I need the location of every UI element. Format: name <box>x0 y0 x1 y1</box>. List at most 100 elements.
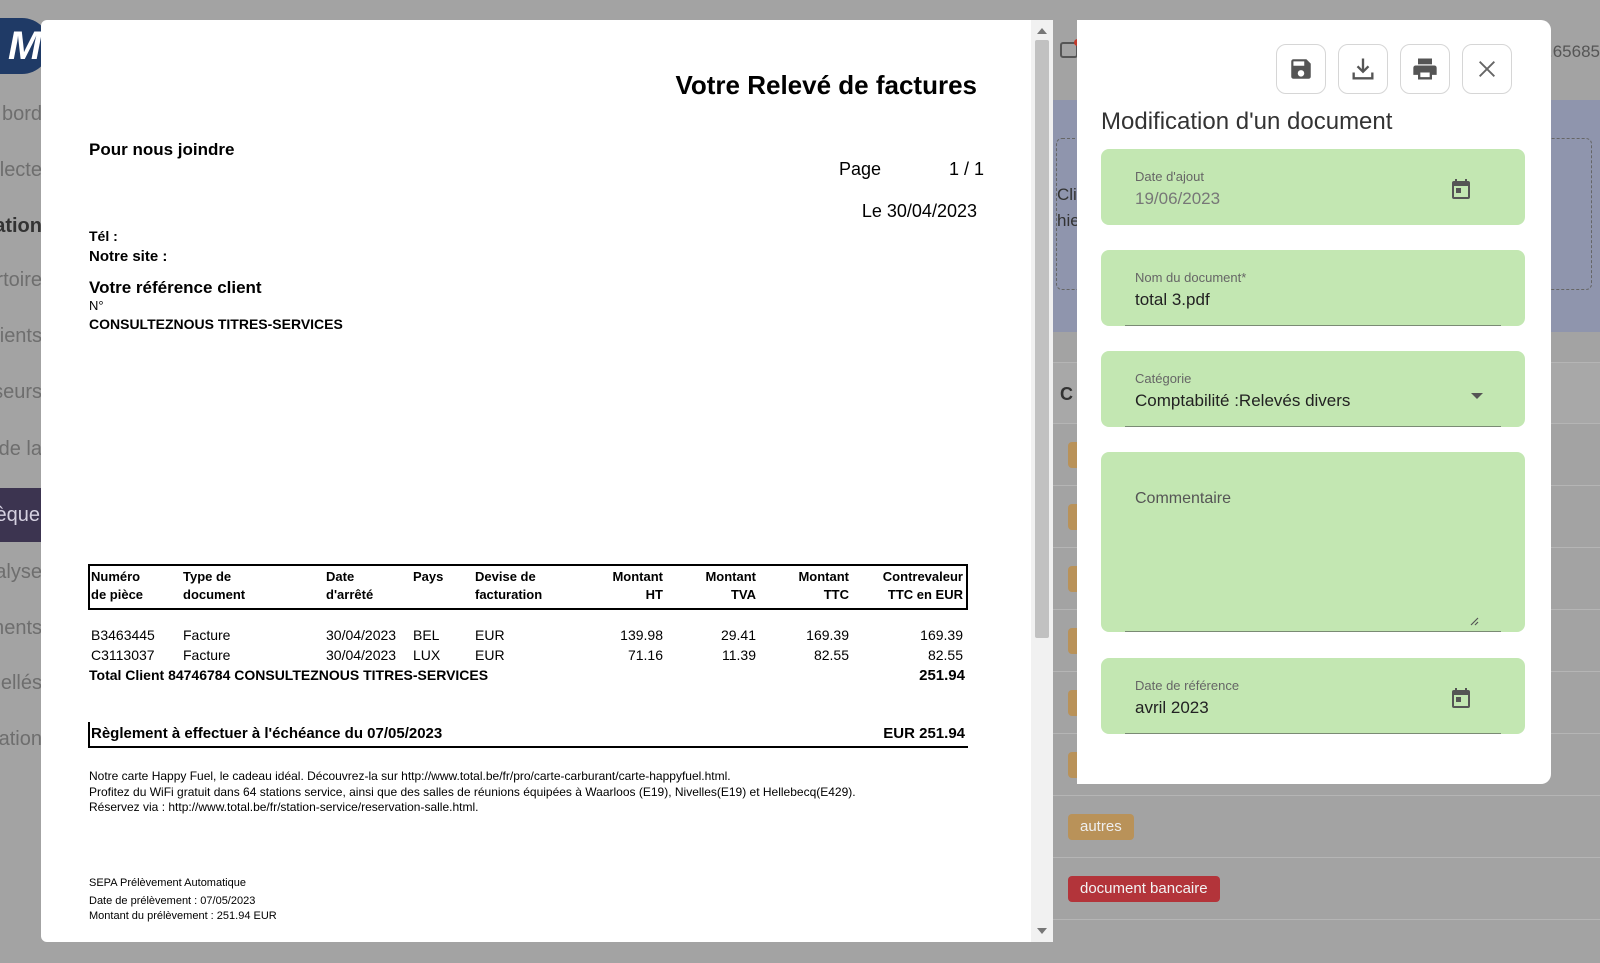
sidebar-item: Produits de la <box>0 438 42 460</box>
pdf-page: Votre Relevé de factures Pour nous joind… <box>41 20 1031 942</box>
scroll-up-arrow-icon[interactable] <box>1037 28 1047 34</box>
background-sidebar: Tableau de bord Collecte Consultation Réper… <box>0 0 42 963</box>
list-item: autres <box>1052 796 1600 858</box>
table-header-cell: Montant TTC <box>798 569 849 602</box>
total-label: Total Client 84746784 CONSULTEZNOUS TITR… <box>89 667 489 683</box>
table-cell: 29.41 <box>720 627 756 643</box>
client-name: CONSULTEZNOUS TITRES-SERVICES <box>89 316 343 332</box>
sidebar-item: Répertoire <box>0 269 42 291</box>
date-ajout-value: 19/06/2023 <box>1135 189 1221 208</box>
client-ref-heading: Votre référence client <box>89 278 262 297</box>
sepa-heading: SEPA Prélèvement Automatique <box>89 877 246 889</box>
doc-title: Votre Relevé de factures <box>675 70 977 100</box>
commentaire-textarea[interactable]: Commentaire <box>1101 452 1525 632</box>
table-cell: Facture <box>183 627 231 643</box>
nom-document-label: Nom du document* <box>1135 270 1247 285</box>
sidebar-item: Libellés <box>0 672 42 694</box>
sepa-date: Date de prélèvement : 07/05/2023 <box>89 895 256 907</box>
nom-document-input[interactable]: total 3.pdf <box>1135 290 1210 310</box>
close-button[interactable] <box>1462 44 1512 94</box>
table-cell: 11.39 <box>722 647 756 663</box>
site-label: Notre site : <box>89 248 168 265</box>
table-header-cell: Contrevaleur TTC en EUR <box>882 569 963 602</box>
download-button[interactable] <box>1338 44 1388 94</box>
date-reference-label: Date de référence <box>1135 678 1240 693</box>
sidebar-item: Bibliothèque <box>0 488 42 542</box>
resize-grip-icon[interactable] <box>1469 616 1479 626</box>
sidebar-item: Activité fournisseurs <box>0 381 42 403</box>
table-cell: 30/04/2023 <box>326 627 397 643</box>
scroll-thumb[interactable] <box>1035 40 1049 638</box>
sidebar-item: Analyse <box>0 561 42 583</box>
table-header-cell: Montant TVA <box>705 569 756 602</box>
table-cell: 30/04/2023 <box>326 647 397 663</box>
table-cell: EUR <box>475 647 505 663</box>
input-underline <box>1125 733 1501 734</box>
total-value: 251.94 <box>919 667 965 684</box>
page-label: Page <box>839 159 882 179</box>
input-underline <box>1125 631 1501 632</box>
page-value: 1 / 1 <box>949 159 985 179</box>
promo-line-3: Réservez via : http://www.total.be/fr/st… <box>89 800 479 814</box>
date-ajout-field: Date d'ajout 19/06/2023 <box>1101 149 1525 225</box>
sidebar-item: Collecte <box>0 159 42 181</box>
table-cell: Facture <box>183 647 231 663</box>
print-button[interactable] <box>1400 44 1450 94</box>
table-header-cell: Date d'arrêté <box>326 569 374 602</box>
edit-document-panel: Modification d'un document Date d'ajout … <box>1077 20 1551 784</box>
calendar-icon[interactable] <box>1449 686 1473 710</box>
table-cell: EUR <box>475 627 505 643</box>
commentaire-placeholder: Commentaire <box>1135 490 1232 507</box>
table-cell: 139.98 <box>620 627 663 643</box>
table-cell: BEL <box>413 627 440 643</box>
print-icon <box>1413 58 1437 80</box>
sidebar-item: Documents <box>0 617 42 639</box>
pdf-scrollbar[interactable] <box>1031 20 1053 942</box>
date-reference-value[interactable]: avril 2023 <box>1135 698 1209 718</box>
sidebar-item: Consultation <box>0 215 42 237</box>
list-item: document bancaire <box>1052 858 1600 920</box>
input-underline <box>1125 426 1501 427</box>
save-button[interactable] <box>1276 44 1326 94</box>
close-icon <box>1479 61 1495 77</box>
category-tag: document bancaire <box>1068 876 1220 902</box>
table-header-cell: Pays <box>413 569 444 584</box>
table-cell: 71.16 <box>627 647 663 663</box>
reglement-label: Règlement à effectuer à l'échéance du 07… <box>91 725 443 742</box>
table-cell: 169.39 <box>920 627 963 643</box>
scroll-down-arrow-icon[interactable] <box>1037 928 1047 934</box>
reglement-value: EUR 251.94 <box>883 725 965 742</box>
save-icon <box>1291 59 1311 79</box>
nom-document-field[interactable]: Nom du document* total 3.pdf <box>1101 250 1525 326</box>
categorie-label: Catégorie <box>1135 371 1192 386</box>
category-tag: autres <box>1068 814 1134 840</box>
promo-line-1: Notre carte Happy Fuel, le cadeau idéal.… <box>89 769 731 783</box>
table-cell: 82.55 <box>927 647 963 663</box>
table-header-cell: Type de document <box>183 569 246 602</box>
sidebar-item: Tableau de bord <box>0 103 42 125</box>
chevron-down-icon[interactable] <box>1471 393 1483 399</box>
table-header-cell: Devise de facturation <box>475 569 543 602</box>
date-reference-field[interactable]: Date de référence avril 2023 <box>1101 658 1525 734</box>
chat-icon <box>1060 39 1081 58</box>
pdf-viewer: Votre Relevé de factures Pour nous joind… <box>41 20 1053 942</box>
tel-label: Tél : <box>89 228 118 244</box>
table-cell: C3113037 <box>91 647 155 663</box>
categorie-value: Comptabilité :Relevés divers <box>1135 391 1351 410</box>
sidebar-item: Configuration <box>0 728 42 750</box>
statement-date: Le 30/04/2023 <box>861 201 977 221</box>
table-header-cell: Montant HT <box>612 569 663 602</box>
table-header-cell: Numéro de pièce <box>91 569 144 602</box>
topbar-number: .65685 <box>1548 42 1600 61</box>
table-cell: 82.55 <box>813 647 849 663</box>
panel-title: Modification d'un document <box>1101 108 1393 135</box>
sidebar-item: Activité clients <box>0 325 42 347</box>
input-underline <box>1125 325 1501 326</box>
sepa-amount: Montant du prélèvement : 251.94 EUR <box>89 910 277 922</box>
table-cell: B3463445 <box>91 627 155 643</box>
calendar-icon <box>1452 179 1470 199</box>
date-ajout-label: Date d'ajout <box>1135 169 1204 184</box>
download-icon <box>1352 58 1374 80</box>
categorie-select[interactable]: Catégorie Comptabilité :Relevés divers <box>1101 351 1525 427</box>
promo-line-2: Profitez du WiFi gratuit dans 64 station… <box>89 785 856 799</box>
